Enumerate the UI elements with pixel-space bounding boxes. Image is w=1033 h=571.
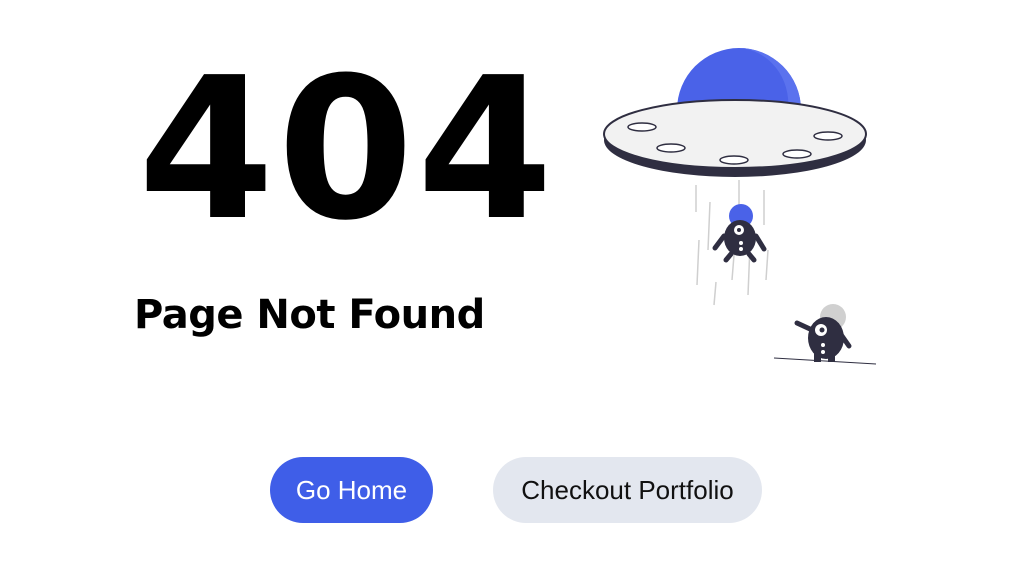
ufo-illustration (603, 47, 877, 365)
ufo-light (719, 155, 749, 165)
checkout-portfolio-button[interactable]: Checkout Portfolio (493, 457, 762, 523)
floating-creature (712, 204, 767, 263)
ufo-light (656, 143, 686, 153)
page-title: Page Not Found (134, 292, 485, 338)
ufo-light (627, 122, 657, 132)
ufo-light (782, 149, 812, 159)
standing-creature (794, 304, 852, 362)
error-code: 404 (138, 36, 557, 264)
go-home-button[interactable]: Go Home (270, 457, 433, 523)
ufo-light (813, 131, 843, 141)
